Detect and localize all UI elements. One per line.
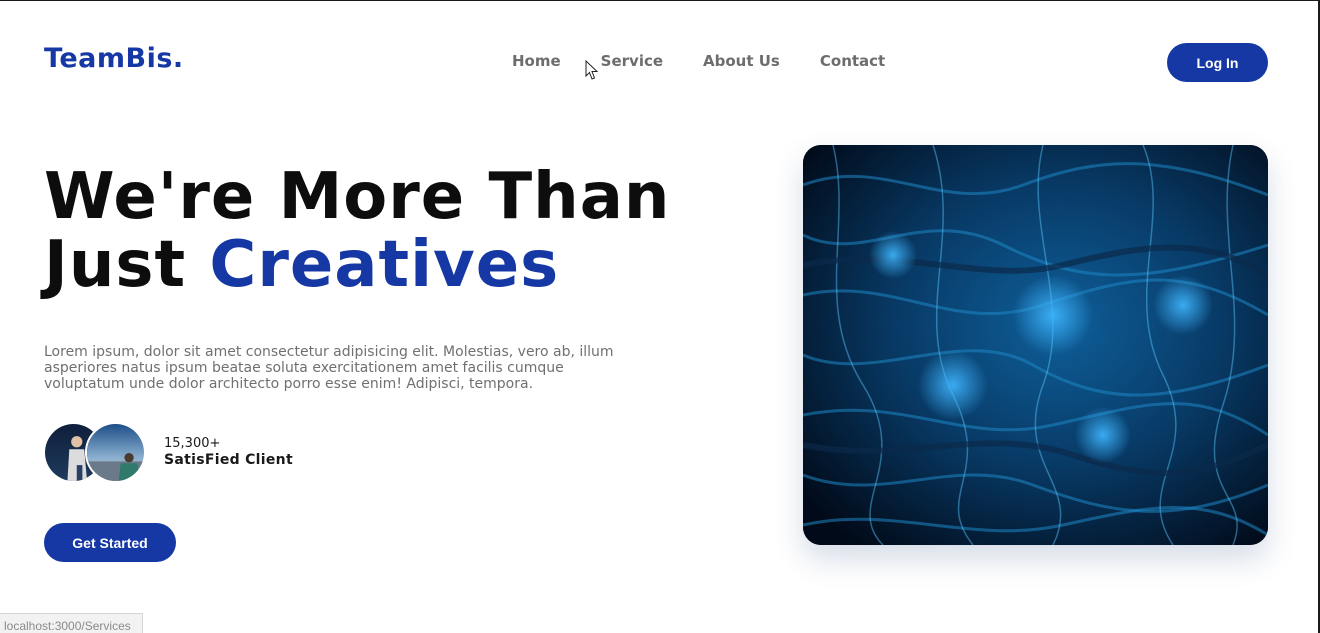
hero-title: We're More Than Just Creatives [44,163,670,299]
status-bar-url: localhost:3000/Services [0,613,143,633]
hero-image [803,145,1268,545]
client-avatar-2 [85,422,146,483]
clients-label: SatisFied Client [164,452,293,468]
nav-link-service[interactable]: Service [601,52,663,70]
login-button[interactable]: Log In [1167,43,1268,82]
clients-count: 15,300+ [164,436,221,451]
pointer-cursor-icon [585,60,599,80]
nav-link-home[interactable]: Home [512,52,561,70]
get-started-button[interactable]: Get Started [44,523,176,562]
clients-stat: 15,300+ SatisFied Client [164,436,293,469]
hero-title-accent: Creatives [209,228,560,302]
hero-title-line2-prefix: Just [44,228,210,302]
hero-description: Lorem ipsum, dolor sit amet consectetur … [44,344,614,392]
hero-title-line1: We're More Than [44,160,671,234]
nav-link-contact[interactable]: Contact [820,52,885,70]
nav-link-about[interactable]: About Us [703,52,780,70]
brand-logo[interactable]: TeamBis. [44,43,184,74]
main-nav: Home Service About Us Contact [512,52,925,70]
landing-page: TeamBis. Home Service About Us Contact L… [0,0,1320,633]
